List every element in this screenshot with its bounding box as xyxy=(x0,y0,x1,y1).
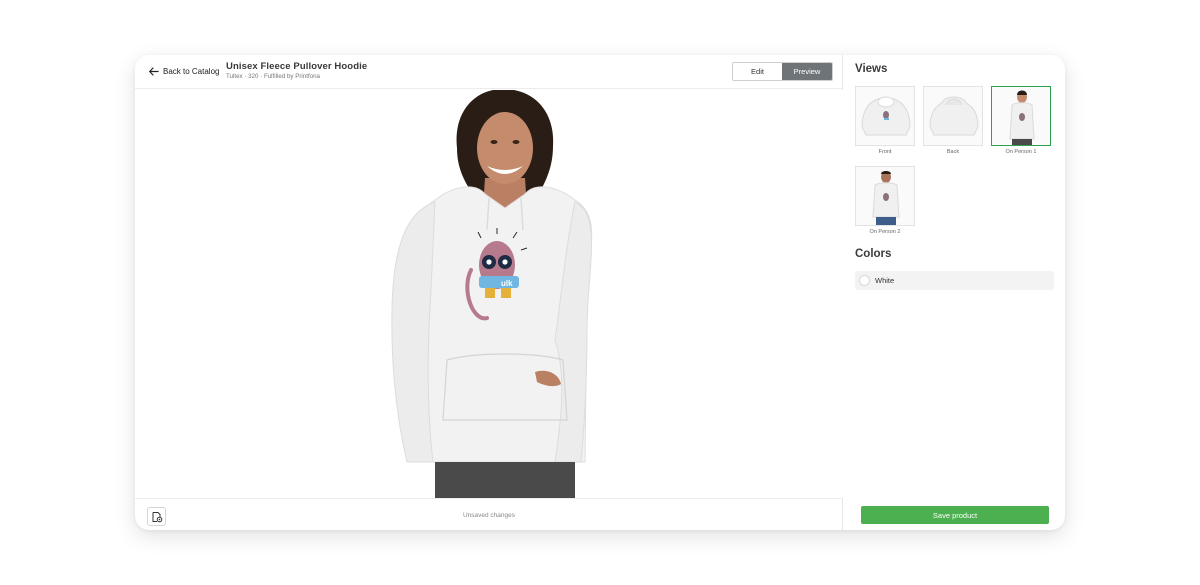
product-subtitle: Tultex · 320 · Fulfilled by Printfona xyxy=(226,73,320,80)
back-to-catalog-link[interactable]: Back to Catalog xyxy=(148,66,219,77)
views-heading: Views xyxy=(855,63,888,75)
on-person-1-thumbnail xyxy=(1009,90,1035,145)
svg-text:ulk: ulk xyxy=(501,279,513,288)
editor-header: Back to Catalog Unisex Fleece Pullover H… xyxy=(135,55,843,89)
preview-canvas: ulk xyxy=(135,90,843,498)
hoodie-front-thumbnail xyxy=(861,96,911,136)
unsaved-changes-status: Unsaved changes xyxy=(462,512,516,519)
on-person-2-thumbnail xyxy=(872,171,900,225)
view-thumb-front[interactable] xyxy=(855,86,915,146)
edit-mode-button[interactable]: Edit xyxy=(733,63,782,80)
view-thumb-on-person-1[interactable] xyxy=(991,86,1051,146)
colors-heading: Colors xyxy=(855,248,892,260)
main-pane: Back to Catalog Unisex Fleece Pullover H… xyxy=(135,55,843,530)
arrow-left-icon xyxy=(149,67,159,76)
view-label-on-person-1: On Person 1 xyxy=(1005,149,1037,155)
view-thumb-on-person-2[interactable] xyxy=(855,166,915,226)
mockup-on-person-image: ulk xyxy=(391,90,593,498)
product-editor-window: Back to Catalog Unisex Fleece Pullover H… xyxy=(135,55,1065,530)
back-link-label: Back to Catalog xyxy=(163,67,220,76)
view-label-front: Front xyxy=(878,149,892,155)
view-label-on-person-2: On Person 2 xyxy=(869,229,901,235)
color-option-label: White xyxy=(875,276,895,285)
view-thumb-back[interactable] xyxy=(923,86,983,146)
white-color-swatch xyxy=(859,275,870,286)
view-label-back: Back xyxy=(946,149,960,155)
mode-toggle: Edit Preview xyxy=(732,62,833,81)
save-product-button[interactable]: Save product xyxy=(861,506,1049,524)
side-panel: Views Front Back On Person 1 On Person 2… xyxy=(844,55,1065,530)
product-title-block: Unisex Fleece Pullover Hoodie Tultex · 3… xyxy=(226,61,367,80)
hoodie-back-thumbnail xyxy=(929,96,979,136)
color-option-white[interactable]: White xyxy=(855,271,1054,290)
product-title: Unisex Fleece Pullover Hoodie xyxy=(226,61,368,72)
editor-footer: Unsaved changes xyxy=(135,498,843,530)
preview-mode-button[interactable]: Preview xyxy=(782,63,832,80)
